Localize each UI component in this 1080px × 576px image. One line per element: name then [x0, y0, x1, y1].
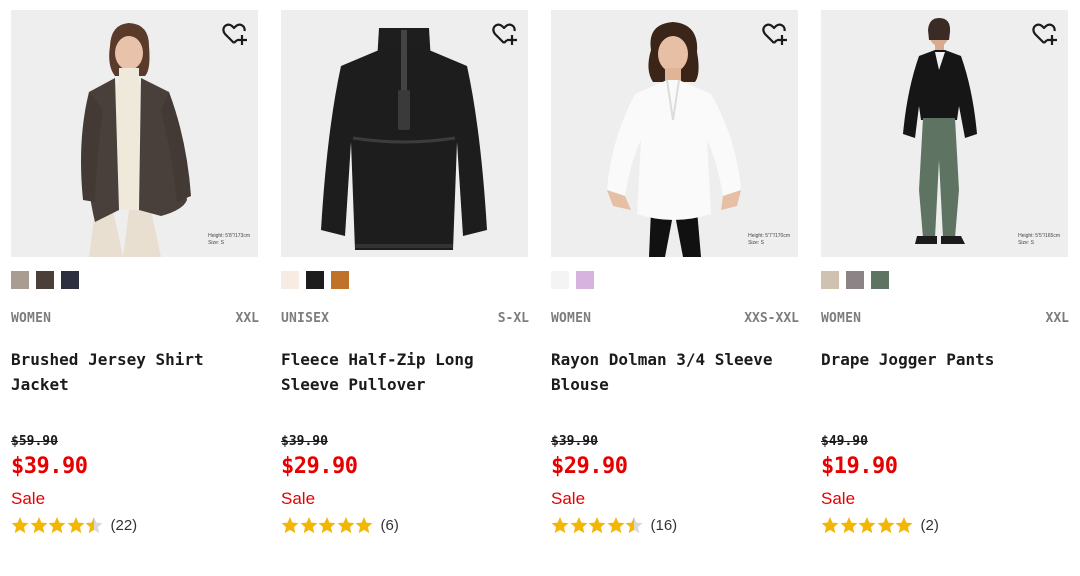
- color-swatch-3[interactable]: [871, 271, 889, 289]
- product-name[interactable]: Brushed Jersey Shirt Jacket: [11, 347, 259, 397]
- size-range: XXL: [1045, 311, 1069, 326]
- product-image[interactable]: Height: 5'7"/170cm Size: S: [551, 10, 798, 257]
- sale-price: $19.90: [821, 454, 898, 479]
- sale-flag: Sale: [11, 489, 46, 508]
- color-swatch-2[interactable]: [36, 271, 54, 289]
- color-swatch-2[interactable]: [306, 271, 324, 289]
- original-price: $39.90: [551, 434, 598, 449]
- gender-label: UNISEX: [281, 311, 330, 326]
- product-image[interactable]: [281, 10, 528, 257]
- model-info: Height: 5'5"/165cm Size: S: [1018, 233, 1060, 247]
- model-size: Size: S: [208, 240, 224, 246]
- color-swatch-1[interactable]: [11, 271, 29, 289]
- gender-label: WOMEN: [551, 311, 592, 326]
- star-icon: [895, 517, 913, 534]
- add-to-wishlist-button[interactable]: [760, 20, 788, 48]
- model-height: Height: 5'8"/173cm: [208, 233, 250, 239]
- review-count: (22): [110, 516, 138, 534]
- model-height: Height: 5'5"/165cm: [1018, 233, 1060, 239]
- star-icon: [11, 517, 29, 534]
- product-name[interactable]: Rayon Dolman 3/4 Sleeve Blouse: [551, 347, 799, 397]
- sale-price: $29.90: [551, 454, 628, 479]
- rating-stars: [281, 516, 374, 534]
- heart-plus-icon: [492, 23, 517, 45]
- product-grid: Height: 5'8"/173cm Size: S WOMEN XXL Bru…: [0, 0, 1080, 576]
- model-info: Height: 5'7"/170cm Size: S: [748, 233, 790, 247]
- sale-flag: Sale: [821, 489, 856, 508]
- product-rating[interactable]: (6): [281, 515, 399, 535]
- size-range: S-XL: [497, 311, 529, 326]
- color-swatch-2[interactable]: [846, 271, 864, 289]
- review-count: (2): [920, 516, 939, 534]
- product-name[interactable]: Fleece Half-Zip Long Sleeve Pullover: [281, 347, 529, 397]
- star-icon: [821, 517, 839, 534]
- sale-flag: Sale: [551, 489, 586, 508]
- star-icon: [877, 517, 894, 534]
- size-range: XXS-XXL: [744, 311, 799, 326]
- color-swatch-1[interactable]: [281, 271, 299, 289]
- product-image[interactable]: Height: 5'5"/165cm Size: S: [821, 10, 1068, 257]
- product-rating[interactable]: (2): [821, 515, 939, 535]
- original-price: $49.90: [821, 434, 868, 449]
- product-card-2[interactable]: UNISEX S-XL Fleece Half-Zip Long Sleeve …: [281, 10, 529, 550]
- star-icon: [67, 517, 84, 534]
- star-icon: [551, 517, 569, 534]
- color-swatch-3[interactable]: [331, 271, 349, 289]
- review-count: (6): [380, 516, 399, 534]
- review-count: (16): [650, 516, 678, 534]
- star-icon: [300, 517, 317, 534]
- product-rating[interactable]: (16): [551, 515, 677, 535]
- sale-price: $39.90: [11, 454, 88, 479]
- heart-plus-icon: [222, 23, 247, 45]
- size-range: XXL: [235, 311, 259, 326]
- color-swatch-2[interactable]: [576, 271, 594, 289]
- star-icon: [588, 517, 606, 534]
- sale-flag: Sale: [281, 489, 316, 508]
- gender-label: WOMEN: [11, 311, 52, 326]
- star-icon: [355, 517, 373, 534]
- heart-plus-icon: [1032, 23, 1057, 45]
- star-icon: [858, 517, 876, 534]
- product-card-4[interactable]: Height: 5'5"/165cm Size: S WOMEN XXL Dra…: [821, 10, 1069, 550]
- heart-plus-icon: [762, 23, 787, 45]
- gender-label: WOMEN: [821, 311, 862, 326]
- add-to-wishlist-button[interactable]: [490, 20, 518, 48]
- star-icon: [318, 517, 336, 534]
- product-card-1[interactable]: Height: 5'8"/173cm Size: S WOMEN XXL Bru…: [11, 10, 259, 550]
- product-card-3[interactable]: Height: 5'7"/170cm Size: S WOMEN XXS-XXL…: [551, 10, 799, 550]
- star-icon: [48, 517, 66, 534]
- rating-stars: [821, 516, 914, 534]
- star-icon: [607, 517, 624, 534]
- color-swatch-1[interactable]: [821, 271, 839, 289]
- model-size: Size: S: [1018, 240, 1034, 246]
- star-icon: [625, 517, 643, 534]
- model-info: Height: 5'8"/173cm Size: S: [208, 233, 250, 247]
- star-icon: [840, 517, 857, 534]
- model-size: Size: S: [748, 240, 764, 246]
- rating-stars: [11, 516, 104, 534]
- add-to-wishlist-button[interactable]: [1030, 20, 1058, 48]
- star-icon: [30, 517, 47, 534]
- color-swatch-3[interactable]: [61, 271, 79, 289]
- add-to-wishlist-button[interactable]: [220, 20, 248, 48]
- star-icon: [570, 517, 587, 534]
- star-icon: [337, 517, 354, 534]
- model-height: Height: 5'7"/170cm: [748, 233, 790, 239]
- color-swatch-1[interactable]: [551, 271, 569, 289]
- sale-price: $29.90: [281, 454, 358, 479]
- product-image[interactable]: Height: 5'8"/173cm Size: S: [11, 10, 258, 257]
- product-rating[interactable]: (22): [11, 515, 137, 535]
- star-icon: [281, 517, 299, 534]
- original-price: $39.90: [281, 434, 328, 449]
- star-icon: [85, 517, 103, 534]
- original-price: $59.90: [11, 434, 58, 449]
- product-name[interactable]: Drape Jogger Pants: [821, 347, 1069, 372]
- rating-stars: [551, 516, 644, 534]
